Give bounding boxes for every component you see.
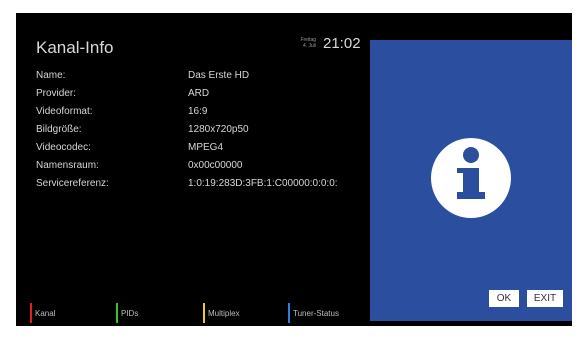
info-value-name: Das Erste HD <box>188 70 250 81</box>
yellow-key-indicator <box>203 303 205 323</box>
blue-key-label: Tuner-Status <box>293 308 339 318</box>
green-key-indicator <box>116 303 118 323</box>
info-value-namespace: 0x00c00000 <box>188 160 243 171</box>
green-key-pids[interactable]: PIDs <box>116 303 138 323</box>
info-label-resolution: Bildgröße: <box>36 124 82 135</box>
info-value-videocodec: MPEG4 <box>188 142 224 153</box>
info-label-videoformat: Videoformat: <box>36 106 93 117</box>
info-value-provider: ARD <box>188 88 210 99</box>
green-key-label: PIDs <box>121 308 139 318</box>
exit-button[interactable]: EXIT <box>527 290 563 307</box>
info-label-name: Name: <box>36 70 66 81</box>
page-title: Kanal-Info <box>36 38 114 57</box>
info-value-resolution: 1280x720p50 <box>188 124 249 135</box>
yellow-key-multiplex[interactable]: Multiplex <box>203 303 240 323</box>
info-value-service-reference: 1:0:19:283D:3FB:1:C00000:0:0:0: <box>188 178 338 189</box>
info-panel <box>370 40 572 321</box>
ok-button[interactable]: OK <box>489 290 519 307</box>
info-label-videocodec: Videocodec: <box>36 142 91 153</box>
info-value-videoformat: 16:9 <box>188 106 208 117</box>
clock-time: 21:02 <box>323 35 361 52</box>
yellow-key-label: Multiplex <box>208 308 240 318</box>
info-icon <box>431 138 511 218</box>
red-key-label: Kanal <box>35 308 56 318</box>
date-label: 4. Juli <box>302 43 316 49</box>
blue-key-indicator <box>288 303 290 323</box>
channel-info-screen: Kanal-Info Freitag 4. Juli 21:02 Name: D… <box>16 13 572 326</box>
red-key-channel[interactable]: Kanal <box>30 303 55 323</box>
info-label-service-reference: Servicereferenz: <box>36 178 109 189</box>
info-label-provider: Provider: <box>36 88 77 99</box>
info-label-namespace: Namensraum: <box>36 160 99 171</box>
date-display: Freitag 4. Juli <box>294 37 316 49</box>
red-key-indicator <box>30 303 32 323</box>
blue-key-tuner-status[interactable]: Tuner-Status <box>288 303 339 323</box>
